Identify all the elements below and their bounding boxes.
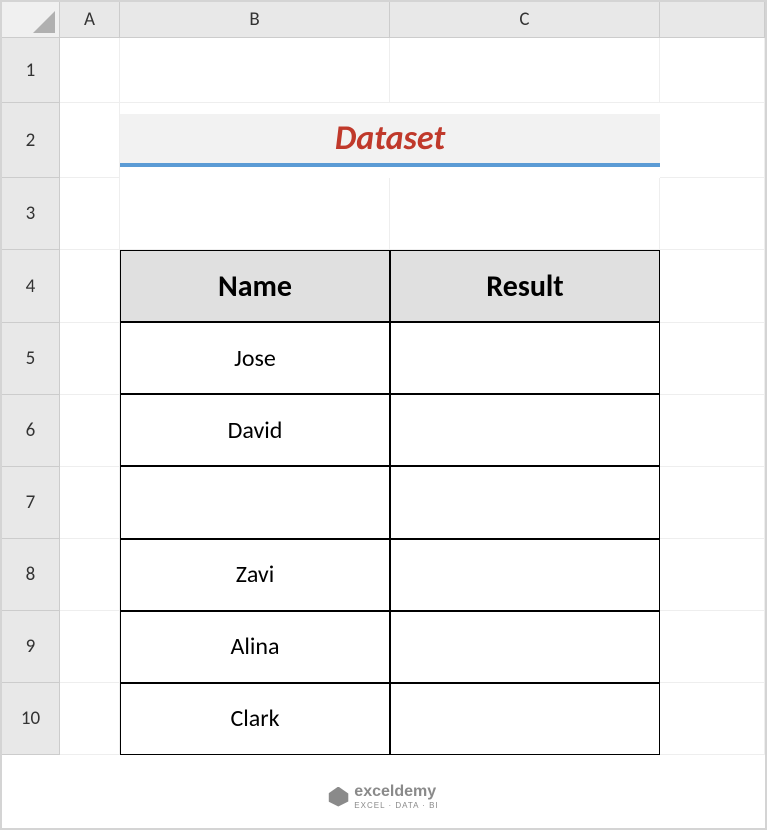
row-header-7[interactable]: 7 <box>2 467 60 539</box>
row-header-5[interactable]: 5 <box>2 323 60 395</box>
cell-c1[interactable] <box>390 38 660 103</box>
data-table: Name Result Jose David Zavi Alina Clark <box>120 250 660 755</box>
table-row[interactable]: David <box>120 394 390 466</box>
cell-a1[interactable] <box>60 38 120 103</box>
cell-a6[interactable] <box>60 395 120 467</box>
table-header-name[interactable]: Name <box>120 250 390 322</box>
watermark-brand: exceldemy <box>354 783 436 800</box>
table-row[interactable]: Clark <box>120 683 390 755</box>
cell-a4[interactable] <box>60 250 120 323</box>
cell-b3[interactable] <box>120 178 390 250</box>
cell-extra-1[interactable] <box>660 38 765 103</box>
title-merged-cell[interactable]: Dataset <box>120 103 660 178</box>
cell-a8[interactable] <box>60 539 120 611</box>
col-header-b[interactable]: B <box>120 2 390 38</box>
cell-a10[interactable] <box>60 683 120 755</box>
cell-extra-7[interactable] <box>660 467 765 539</box>
col-header-extra[interactable] <box>660 2 765 38</box>
col-header-a[interactable]: A <box>60 2 120 38</box>
table-header-result[interactable]: Result <box>390 250 660 322</box>
cell-extra-2[interactable] <box>660 103 765 178</box>
watermark: exceldemy EXCEL · DATA · BI <box>328 783 438 810</box>
table-row[interactable]: Alina <box>120 611 390 683</box>
row-header-2[interactable]: 2 <box>2 103 60 178</box>
table-row[interactable] <box>390 322 660 394</box>
exceldemy-icon <box>328 787 348 807</box>
table-row[interactable] <box>120 466 390 538</box>
table-row[interactable] <box>390 539 660 611</box>
row-header-10[interactable]: 10 <box>2 683 60 755</box>
spreadsheet-grid: A B C 1 2 Dataset 3 4 Name Result Jose D… <box>2 2 765 755</box>
row-header-9[interactable]: 9 <box>2 611 60 683</box>
table-row[interactable] <box>390 683 660 755</box>
table-row[interactable] <box>390 394 660 466</box>
col-header-c[interactable]: C <box>390 2 660 38</box>
cell-extra-6[interactable] <box>660 395 765 467</box>
cell-a5[interactable] <box>60 323 120 395</box>
select-all-corner[interactable] <box>2 2 60 38</box>
cell-extra-8[interactable] <box>660 539 765 611</box>
table-row[interactable] <box>390 611 660 683</box>
watermark-tagline: EXCEL · DATA · BI <box>354 801 438 810</box>
cell-extra-9[interactable] <box>660 611 765 683</box>
cell-a2[interactable] <box>60 103 120 178</box>
cell-extra-10[interactable] <box>660 683 765 755</box>
cell-extra-5[interactable] <box>660 323 765 395</box>
cell-c3[interactable] <box>390 178 660 250</box>
table-row[interactable] <box>390 466 660 538</box>
table-row[interactable]: Zavi <box>120 539 390 611</box>
dataset-title: Dataset <box>120 114 660 167</box>
cell-a7[interactable] <box>60 467 120 539</box>
row-header-1[interactable]: 1 <box>2 38 60 103</box>
cell-extra-4[interactable] <box>660 250 765 323</box>
cell-b1[interactable] <box>120 38 390 103</box>
cell-extra-3[interactable] <box>660 178 765 250</box>
row-header-8[interactable]: 8 <box>2 539 60 611</box>
table-row[interactable]: Jose <box>120 322 390 394</box>
cell-a9[interactable] <box>60 611 120 683</box>
row-header-3[interactable]: 3 <box>2 178 60 250</box>
cell-a3[interactable] <box>60 178 120 250</box>
row-header-4[interactable]: 4 <box>2 250 60 323</box>
row-header-6[interactable]: 6 <box>2 395 60 467</box>
